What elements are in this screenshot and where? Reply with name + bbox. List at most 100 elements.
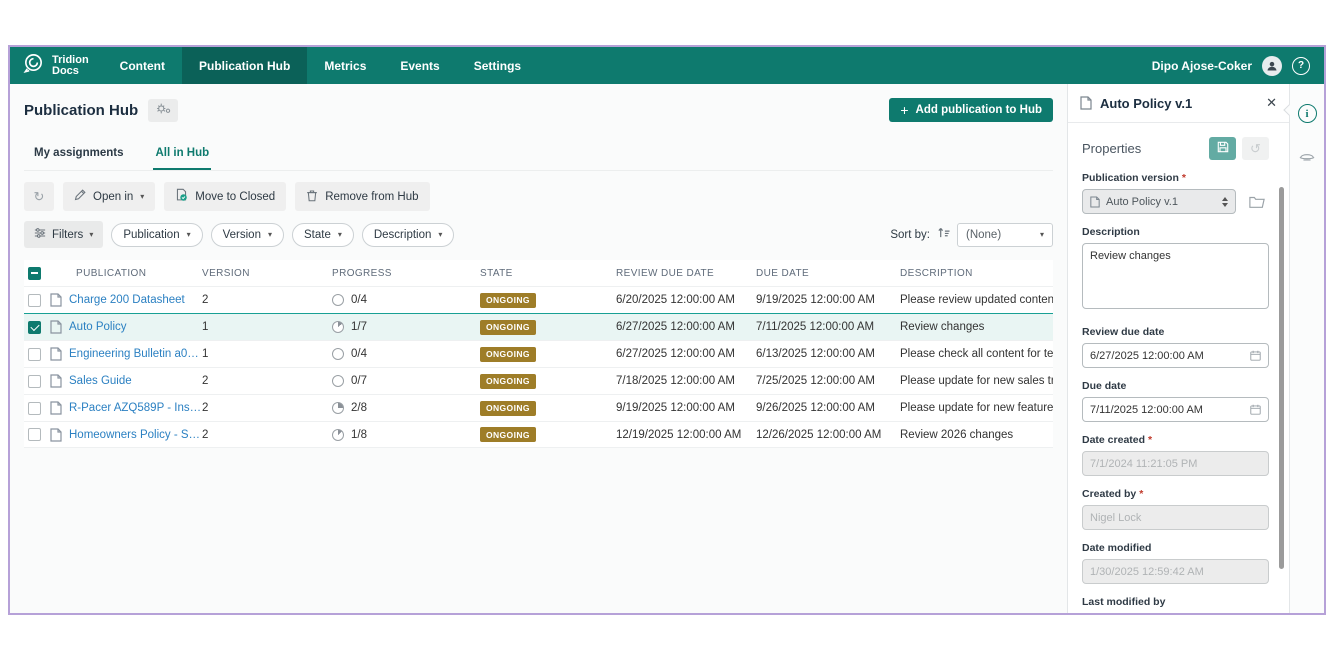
move-to-closed-button[interactable]: Move to Closed (164, 182, 286, 211)
version-cell: 2 (202, 429, 332, 441)
review-due-date-cell: 9/19/2025 12:00:00 AM (616, 402, 756, 414)
brand-line1: Tridion (52, 55, 89, 66)
nav-item-publication-hub[interactable]: Publication Hub (182, 47, 307, 84)
filter-pill-publication[interactable]: Publication▾ (111, 223, 202, 247)
progress-pie-icon (332, 348, 344, 360)
calendar-icon[interactable] (1250, 404, 1261, 415)
nav-item-settings[interactable]: Settings (457, 47, 538, 84)
field-label: Date modified (1082, 542, 1269, 554)
trash-icon (306, 189, 318, 205)
nav-item-content[interactable]: Content (103, 47, 182, 84)
column-header[interactable]: VERSION (202, 268, 332, 279)
folder-icon[interactable] (1245, 191, 1269, 213)
close-icon[interactable]: ✕ (1266, 95, 1277, 111)
description-textarea[interactable]: Review changes (1082, 243, 1269, 309)
review-due-date-cell: 7/18/2025 12:00:00 AM (616, 375, 756, 387)
table-row[interactable]: R-Pacer AZQ589P - Instruc...22/8ONGOING9… (24, 394, 1053, 421)
row-checkbox[interactable] (28, 294, 41, 307)
due-date-input[interactable]: 7/11/2025 12:00:00 AM (1082, 397, 1269, 422)
select-all-checkbox[interactable] (28, 267, 41, 280)
document-icon (1090, 196, 1100, 208)
progress-text: 1/7 (351, 321, 367, 333)
hub-settings-button[interactable] (148, 99, 178, 122)
add-publication-button[interactable]: + Add publication to Hub (889, 98, 1053, 122)
row-checkbox[interactable] (28, 375, 41, 388)
document-icon (50, 293, 62, 307)
progress-text: 1/8 (351, 429, 367, 441)
table-row[interactable]: Engineering Bulletin a0008...10/4ONGOING… (24, 340, 1053, 367)
created-by-input: Nigel Lock (1082, 505, 1269, 530)
field-label: Last modified by (1082, 596, 1269, 608)
row-checkbox[interactable] (28, 402, 41, 415)
filters-button[interactable]: Filters ▾ (24, 221, 103, 248)
column-header[interactable]: DESCRIPTION (900, 268, 1053, 279)
row-checkbox[interactable] (28, 348, 41, 361)
filter-pill-version[interactable]: Version▾ (211, 223, 284, 247)
chevron-down-icon: ▾ (1040, 230, 1044, 239)
field-label: Review due date (1082, 326, 1269, 338)
open-in-button[interactable]: Open in ▾ (63, 182, 155, 211)
activity-icon[interactable] (1299, 149, 1315, 167)
publication-version-select[interactable]: Auto Policy v.1 (1082, 189, 1236, 214)
remove-from-hub-button[interactable]: Remove from Hub (295, 182, 429, 211)
tab-all-in-hub[interactable]: All in Hub (153, 143, 211, 170)
publication-link[interactable]: Auto Policy (69, 321, 127, 333)
table-row[interactable]: Sales Guide20/7ONGOING7/18/2025 12:00:00… (24, 367, 1053, 394)
column-header[interactable]: DUE DATE (756, 268, 900, 279)
progress-text: 0/4 (351, 348, 367, 360)
nav-item-events[interactable]: Events (383, 47, 456, 84)
refresh-button[interactable]: ↻ (24, 182, 54, 211)
brand[interactable]: Tridion Docs (10, 47, 103, 84)
tab-my-assignments[interactable]: My assignments (32, 143, 125, 170)
row-checkbox[interactable] (28, 321, 41, 334)
nav-right: Dipo Ajose-Coker ? (1152, 47, 1324, 84)
column-header[interactable]: REVIEW DUE DATE (616, 268, 756, 279)
filter-pill-description[interactable]: Description▾ (362, 223, 455, 247)
table-row[interactable]: Homeowners Policy - Stand...21/8ONGOING1… (24, 421, 1053, 448)
chevron-down-icon: ▾ (268, 230, 272, 239)
table-row[interactable]: Charge 200 Datasheet20/4ONGOING6/20/2025… (24, 286, 1053, 313)
table-header-row: PUBLICATION VERSION PROGRESS STATE REVIE… (24, 260, 1053, 286)
publication-link[interactable]: R-Pacer AZQ589P - Instruc... (69, 402, 202, 414)
chevron-down-icon: ▾ (140, 192, 144, 201)
review-due-date-input[interactable]: 6/27/2025 12:00:00 AM (1082, 343, 1269, 368)
undo-button: ↺ (1242, 137, 1269, 160)
document-icon (50, 320, 62, 334)
column-header[interactable]: PROGRESS (332, 268, 480, 279)
state-badge: ONGOING (480, 427, 536, 442)
progress-text: 2/8 (351, 402, 367, 414)
column-header[interactable]: PUBLICATION (50, 268, 202, 279)
progress-pie-icon (332, 375, 344, 387)
column-header[interactable]: STATE (480, 268, 616, 279)
description-cell: Please update for new feature (900, 402, 1053, 414)
publication-link[interactable]: Engineering Bulletin a0008... (69, 348, 202, 360)
filter-pill-state[interactable]: State▾ (292, 223, 354, 247)
document-icon (50, 428, 62, 442)
progress-text: 0/7 (351, 375, 367, 387)
row-checkbox[interactable] (28, 428, 41, 441)
avatar-icon[interactable] (1262, 56, 1282, 76)
nav-item-metrics[interactable]: Metrics (307, 47, 383, 84)
publication-link[interactable]: Charge 200 Datasheet (69, 294, 185, 306)
chevron-down-icon: ▾ (338, 230, 342, 239)
save-button[interactable] (1209, 137, 1236, 160)
field-label: Created by* (1082, 488, 1269, 500)
user-name[interactable]: Dipo Ajose-Coker (1152, 59, 1252, 73)
brand-line2: Docs (52, 66, 89, 77)
panel-scrollbar[interactable] (1279, 187, 1284, 569)
help-icon[interactable]: ? (1292, 57, 1310, 75)
sort-icon[interactable] (937, 226, 950, 244)
state-badge: ONGOING (480, 293, 536, 308)
table-row[interactable]: Auto Policy11/7ONGOING6/27/2025 12:00:00… (24, 313, 1053, 340)
publication-link[interactable]: Sales Guide (69, 375, 132, 387)
publication-link[interactable]: Homeowners Policy - Stand... (69, 429, 202, 441)
info-icon[interactable]: i (1298, 104, 1317, 123)
calendar-icon[interactable] (1250, 350, 1261, 361)
document-icon (50, 401, 62, 415)
state-badge: ONGOING (480, 347, 536, 362)
state-badge: ONGOING (480, 320, 536, 335)
app-window: Tridion Docs ContentPublication HubMetri… (8, 45, 1326, 615)
sort-select[interactable]: (None) ▾ (957, 223, 1053, 247)
top-nav: Tridion Docs ContentPublication HubMetri… (10, 47, 1324, 84)
refresh-icon: ↻ (34, 189, 45, 205)
